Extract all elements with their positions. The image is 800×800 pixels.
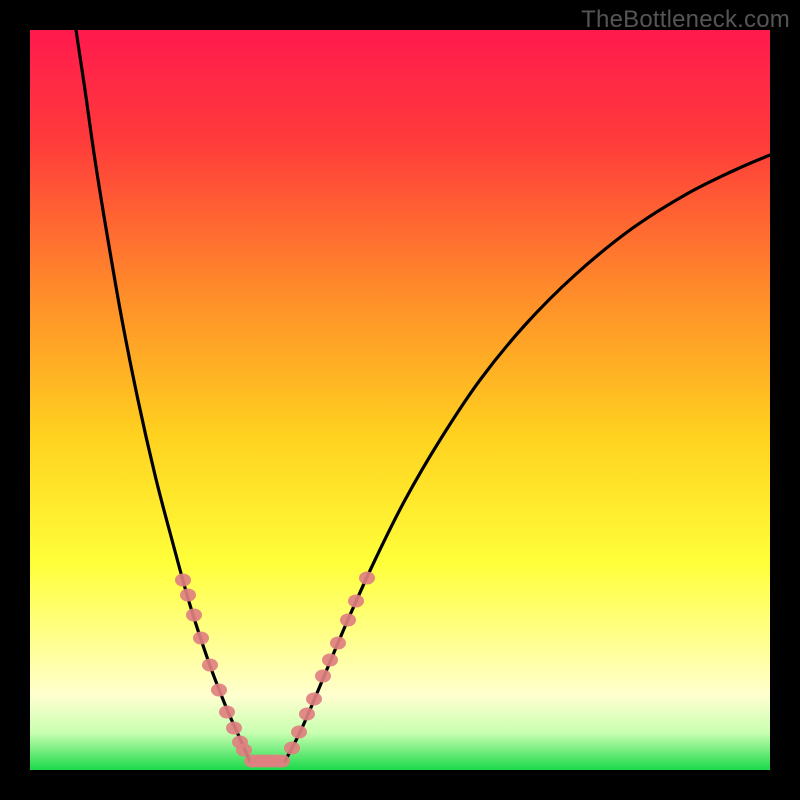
marker-point (306, 692, 322, 705)
marker-point (175, 573, 191, 586)
marker-point (322, 653, 338, 666)
marker-point (186, 608, 202, 621)
marker-point (193, 631, 209, 644)
marker-point (219, 705, 235, 718)
chart-frame: TheBottleneck.com (0, 0, 800, 800)
marker-point (284, 741, 300, 754)
marker-point (315, 669, 331, 682)
marker-point (348, 594, 364, 607)
marker-point (274, 754, 290, 767)
marker-point (359, 571, 375, 584)
marker-point (291, 725, 307, 738)
marker-point (236, 743, 252, 756)
marker-point (330, 636, 346, 649)
marker-point (180, 588, 196, 601)
marker-point (202, 658, 218, 671)
marker-point (211, 683, 227, 696)
plot-area (30, 30, 770, 770)
marker-point (226, 721, 242, 734)
gradient-background (30, 30, 770, 770)
marker-point (340, 613, 356, 626)
marker-point (299, 707, 315, 720)
chart-svg (30, 30, 770, 770)
